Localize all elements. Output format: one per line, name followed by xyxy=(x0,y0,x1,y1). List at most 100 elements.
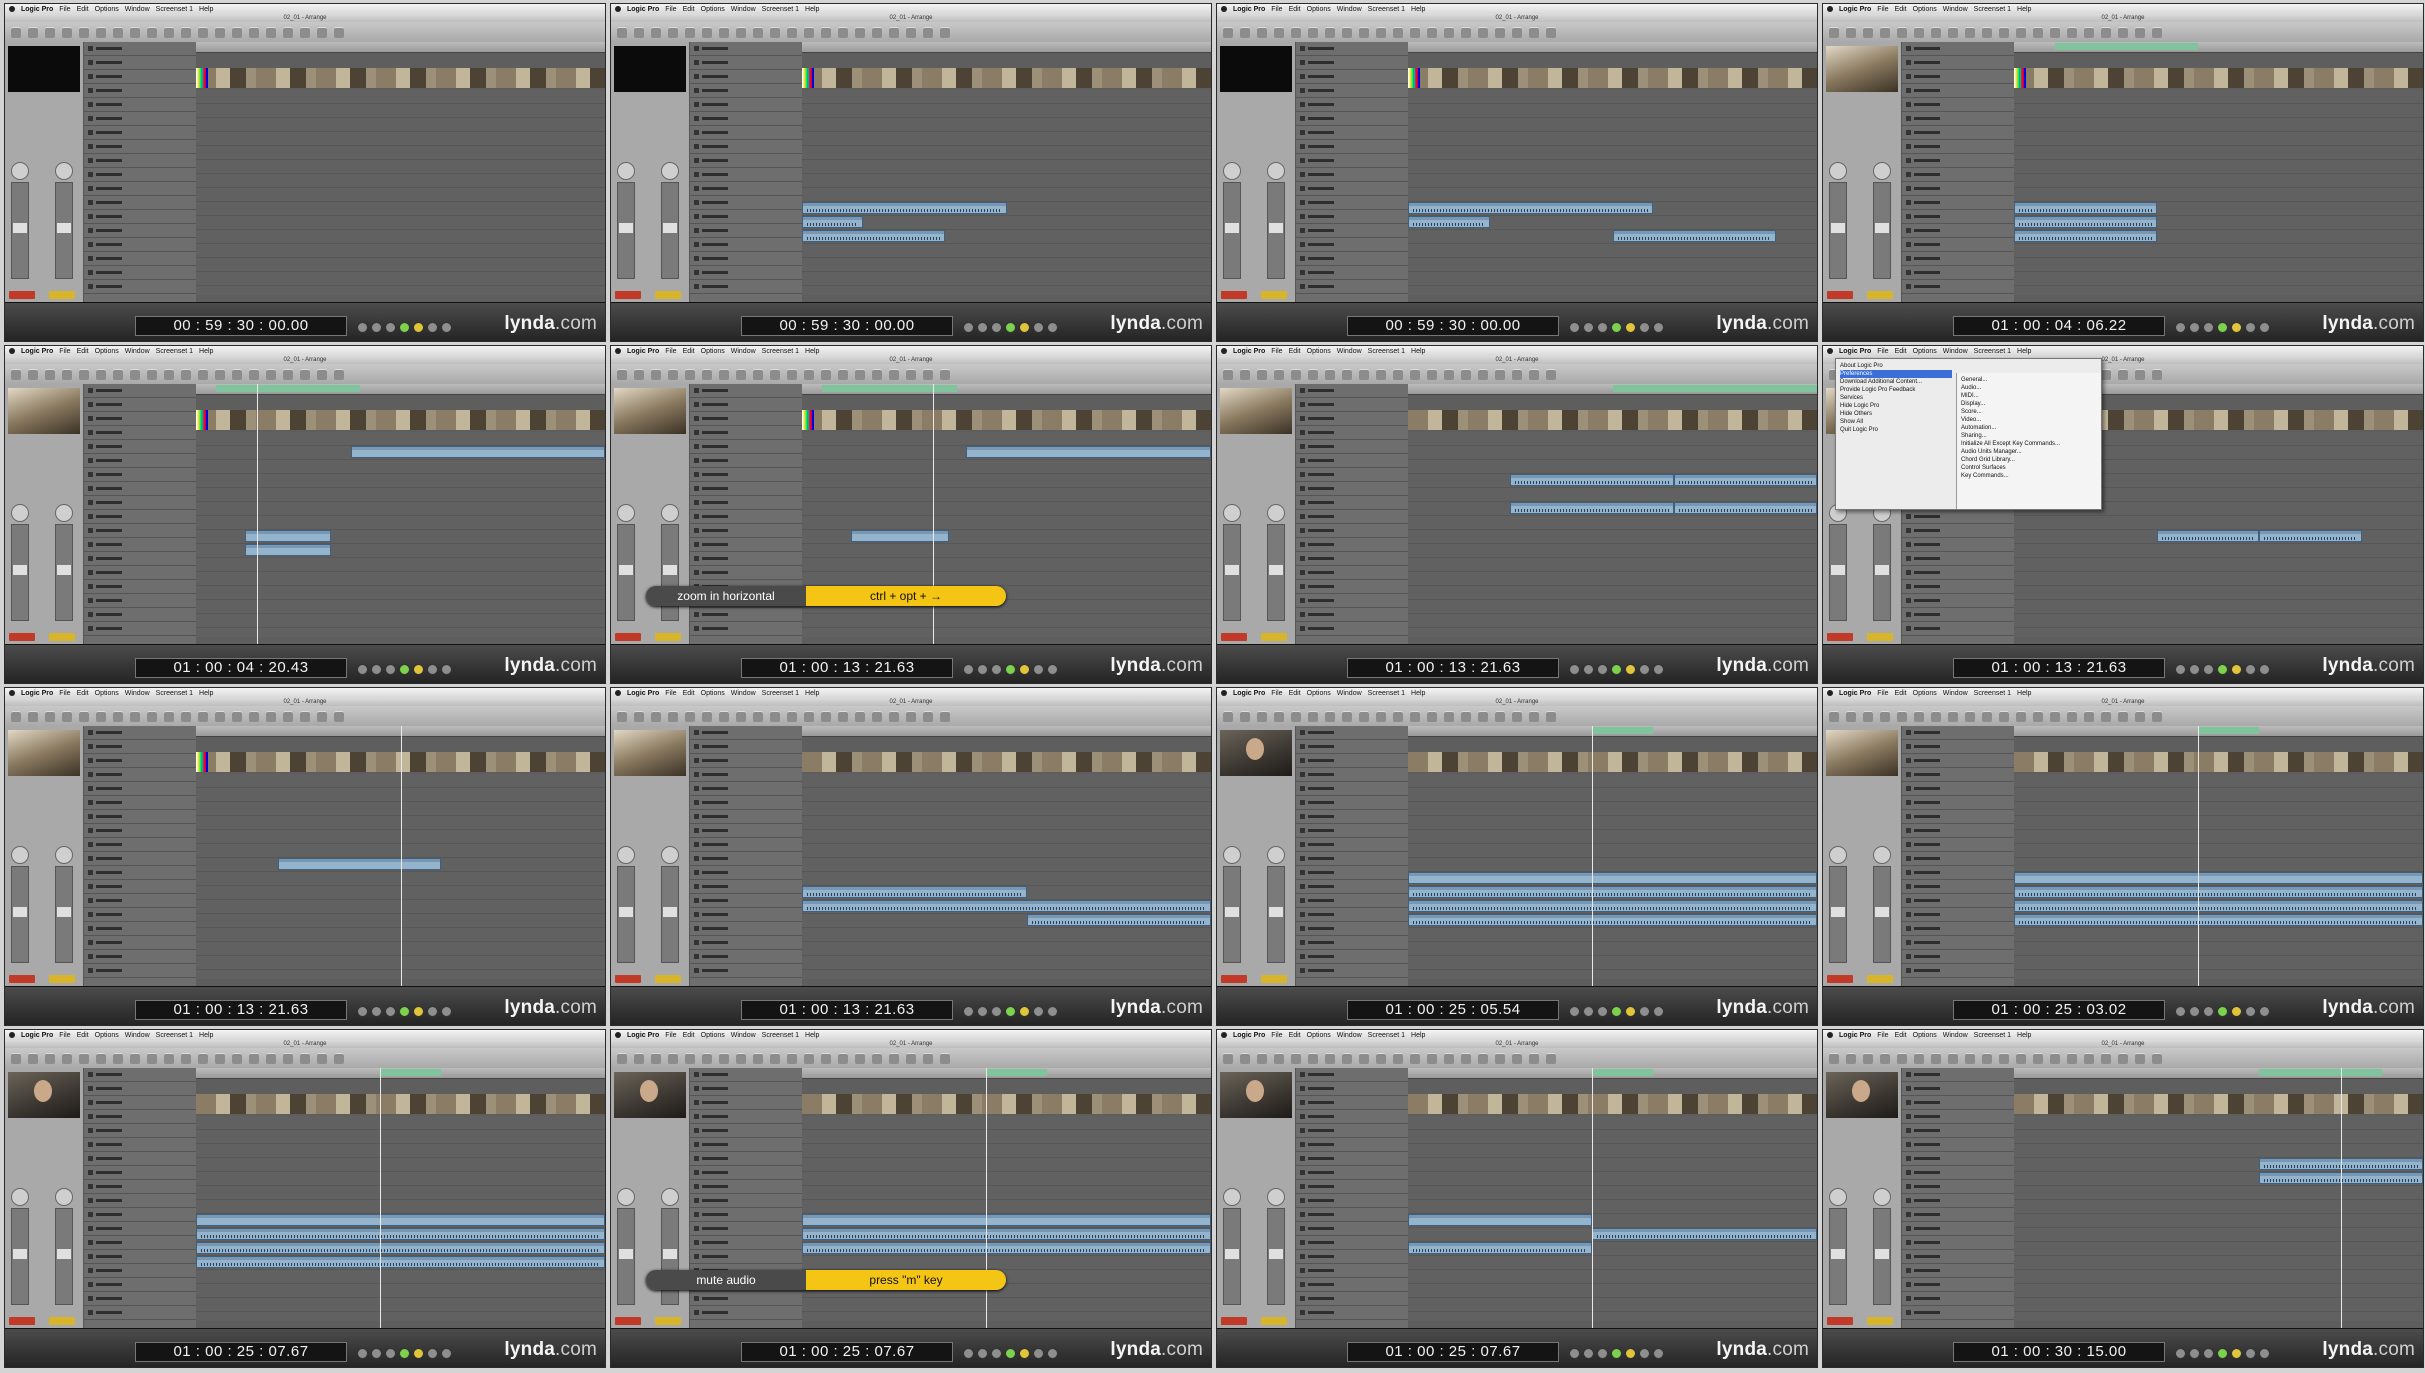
transport-button-icon[interactable] xyxy=(1569,664,1580,675)
volume-fader[interactable] xyxy=(1829,866,1847,963)
toolbar-button-icon[interactable] xyxy=(940,26,950,38)
toolbar-button-icon[interactable] xyxy=(1999,1052,2009,1064)
toolbar-button-icon[interactable] xyxy=(1546,710,1556,722)
timeline-ruler[interactable] xyxy=(2014,42,2423,53)
track-header[interactable] xyxy=(1902,196,2014,210)
menu-item[interactable]: Screenset 1 xyxy=(762,690,799,697)
toolbar-button-icon[interactable] xyxy=(1880,26,1890,38)
timeline-ruler[interactable] xyxy=(2014,1068,2423,1079)
track-header[interactable] xyxy=(1296,1166,1408,1180)
track-header[interactable] xyxy=(1902,768,2014,782)
app-menu-item[interactable]: Services xyxy=(1840,394,1952,402)
track-header[interactable] xyxy=(84,182,196,196)
toolbar-button-icon[interactable] xyxy=(45,1052,55,1064)
cycle-range[interactable] xyxy=(2198,727,2260,734)
channel-button[interactable] xyxy=(1827,633,1853,641)
track-header[interactable] xyxy=(1296,1124,1408,1138)
audio-region[interactable] xyxy=(802,900,1211,912)
track-header[interactable] xyxy=(1902,810,2014,824)
toolbar-button-icon[interactable] xyxy=(2152,1052,2162,1064)
toolbar-button-icon[interactable] xyxy=(872,368,882,380)
transport-button-icon[interactable] xyxy=(1639,1006,1650,1017)
transport-button-icon[interactable] xyxy=(1653,1006,1664,1017)
toolbar-button-icon[interactable] xyxy=(1325,26,1335,38)
pan-knob-icon[interactable] xyxy=(1267,504,1285,522)
transport-button-icon[interactable] xyxy=(991,664,1002,675)
toolbar-button-icon[interactable] xyxy=(96,710,106,722)
toolbar-button-icon[interactable] xyxy=(28,26,38,38)
toolbar-button-icon[interactable] xyxy=(770,710,780,722)
pan-knob-icon[interactable] xyxy=(1223,1188,1241,1206)
toolbar-button-icon[interactable] xyxy=(334,710,344,722)
toolbar-button-icon[interactable] xyxy=(181,710,191,722)
toolbar-button-icon[interactable] xyxy=(1376,368,1386,380)
track-header[interactable] xyxy=(1296,168,1408,182)
volume-fader[interactable] xyxy=(55,182,73,279)
track-lanes[interactable] xyxy=(196,1116,605,1321)
toolbar-button-icon[interactable] xyxy=(1863,1052,1873,1064)
track-header[interactable] xyxy=(1902,1306,2014,1320)
preferences-submenu-item[interactable]: Control Surfaces xyxy=(1961,464,2097,472)
toolbar-button-icon[interactable] xyxy=(2101,1052,2111,1064)
toolbar-button-icon[interactable] xyxy=(1461,26,1471,38)
app-menu-item[interactable]: Show All xyxy=(1840,418,1952,426)
preferences-submenu-item[interactable]: Key Commands... xyxy=(1961,472,2097,480)
volume-fader[interactable] xyxy=(55,524,73,621)
toolbar-button-icon[interactable] xyxy=(130,368,140,380)
toolbar-button-icon[interactable] xyxy=(1342,26,1352,38)
track-header[interactable] xyxy=(1296,768,1408,782)
channel-button[interactable] xyxy=(1867,291,1893,299)
playhead[interactable] xyxy=(1592,726,1594,987)
cycle-range[interactable] xyxy=(216,385,360,392)
track-header[interactable] xyxy=(690,1208,802,1222)
pan-knob-icon[interactable] xyxy=(11,162,29,180)
track-header[interactable] xyxy=(84,510,196,524)
toolbar-button-icon[interactable] xyxy=(1393,26,1403,38)
audio-region[interactable] xyxy=(196,1256,605,1268)
track-header[interactable] xyxy=(84,398,196,412)
track-header[interactable] xyxy=(1296,908,1408,922)
track-header[interactable] xyxy=(1296,852,1408,866)
toolbar-button-icon[interactable] xyxy=(198,1052,208,1064)
track-header[interactable] xyxy=(1902,1110,2014,1124)
track-header[interactable] xyxy=(690,42,802,56)
volume-fader[interactable] xyxy=(1223,182,1241,279)
menu-item[interactable]: File xyxy=(1271,6,1282,13)
track-header[interactable] xyxy=(1296,196,1408,210)
transport-button-icon[interactable] xyxy=(1611,1006,1622,1017)
menu-item[interactable]: Help xyxy=(805,1032,819,1039)
toolbar-button-icon[interactable] xyxy=(113,368,123,380)
transport-button-icon[interactable] xyxy=(1005,1006,1016,1017)
track-header[interactable] xyxy=(690,768,802,782)
menu-item[interactable]: Help xyxy=(805,6,819,13)
menu-item[interactable]: Screenset 1 xyxy=(1974,348,2011,355)
arrange-area[interactable] xyxy=(2014,1068,2423,1329)
toolbar-button-icon[interactable] xyxy=(1478,710,1488,722)
toolbar-button-icon[interactable] xyxy=(62,368,72,380)
track-header[interactable] xyxy=(1296,280,1408,294)
toolbar-button-icon[interactable] xyxy=(617,710,627,722)
track-header[interactable] xyxy=(690,950,802,964)
track-header[interactable] xyxy=(1296,84,1408,98)
transport-button-icon[interactable] xyxy=(1625,1006,1636,1017)
track-header[interactable] xyxy=(690,98,802,112)
transport-button-icon[interactable] xyxy=(1625,322,1636,333)
track-header[interactable] xyxy=(690,1152,802,1166)
preferences-submenu-item[interactable]: Video... xyxy=(1961,416,2097,424)
transport-button-icon[interactable] xyxy=(441,1348,452,1359)
track-header[interactable] xyxy=(84,866,196,880)
menu-item[interactable]: Options xyxy=(1913,690,1937,697)
toolbar-button-icon[interactable] xyxy=(232,368,242,380)
toolbar-button-icon[interactable] xyxy=(2016,710,2026,722)
track-header[interactable] xyxy=(84,1152,196,1166)
track-header[interactable] xyxy=(84,1292,196,1306)
channel-button[interactable] xyxy=(655,291,681,299)
track-header[interactable] xyxy=(1296,98,1408,112)
toolbar-button-icon[interactable] xyxy=(1427,710,1437,722)
toolbar-button-icon[interactable] xyxy=(1444,1052,1454,1064)
track-header[interactable] xyxy=(84,1082,196,1096)
toolbar-button-icon[interactable] xyxy=(1846,26,1856,38)
toolbar-button-icon[interactable] xyxy=(804,1052,814,1064)
track-header[interactable] xyxy=(1902,252,2014,266)
toolbar-button-icon[interactable] xyxy=(2118,1052,2128,1064)
